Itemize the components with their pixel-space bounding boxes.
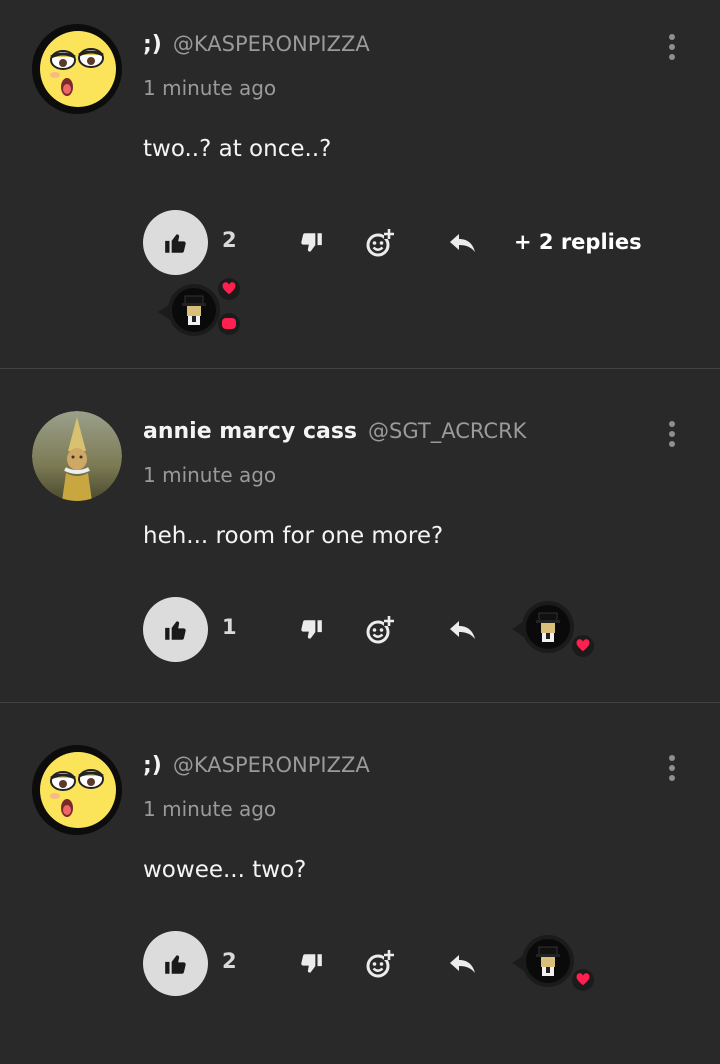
comment-item: ;) @KASPERONPIZZA 1 minute ago two..? at… [0, 24, 720, 354]
author-line: ;) @KASPERONPIZZA [143, 32, 370, 57]
thumbs-down-icon [301, 620, 322, 639]
reaction-avatar[interactable] [512, 935, 594, 995]
like-button[interactable] [143, 931, 208, 996]
timestamp: 1 minute ago [143, 463, 277, 487]
display-name[interactable]: ;) [143, 753, 162, 778]
like-button[interactable] [143, 210, 208, 275]
display-name[interactable]: annie marcy cass [143, 419, 357, 444]
avatar[interactable] [32, 745, 122, 835]
like-count: 2 [222, 949, 237, 973]
timestamp: 1 minute ago [143, 76, 277, 100]
author-line: annie marcy cass @SGT_ACRCRK [143, 419, 526, 444]
author-line: ;) @KASPERONPIZZA [143, 753, 370, 778]
thumbs-up-icon [164, 954, 186, 974]
reply-arrow-icon [450, 955, 475, 973]
add-emoji-icon [366, 950, 394, 978]
smirk-face-icon [32, 745, 122, 835]
show-replies-link[interactable]: + 2 replies [514, 230, 642, 254]
like-count: 1 [222, 615, 237, 639]
thumbs-up-icon [164, 233, 186, 253]
avatar[interactable] [32, 24, 122, 114]
painting-portrait-icon [32, 411, 122, 501]
avatar[interactable] [32, 411, 122, 501]
hat-character-icon [182, 295, 206, 325]
like-count: 2 [222, 228, 237, 252]
reaction-avatar[interactable] [512, 601, 594, 661]
dislike-button[interactable] [291, 610, 331, 650]
reply-button[interactable] [443, 944, 483, 984]
thumbs-up-icon [164, 620, 186, 640]
username-handle[interactable]: @SGT_ACRCRK [368, 419, 526, 443]
reply-arrow-icon [450, 234, 475, 252]
like-button[interactable] [143, 597, 208, 662]
hat-character-icon [536, 612, 560, 642]
divider [0, 702, 720, 703]
dislike-button[interactable] [291, 223, 331, 263]
more-options-icon[interactable] [660, 755, 684, 787]
dislike-button[interactable] [291, 944, 331, 984]
display-name[interactable]: ;) [143, 32, 162, 57]
reply-arrow-icon [450, 621, 475, 639]
thumbs-down-icon [301, 233, 322, 252]
username-handle[interactable]: @KASPERONPIZZA [173, 753, 370, 777]
chat-bubble-icon [218, 313, 240, 335]
thumbs-down-icon [301, 954, 322, 973]
comment-text: wowee... two? [143, 857, 307, 883]
heart-icon [572, 635, 594, 657]
comment-item: annie marcy cass @SGT_ACRCRK 1 minute ag… [0, 411, 720, 691]
heart-icon [218, 278, 240, 300]
username-handle[interactable]: @KASPERONPIZZA [173, 32, 370, 56]
add-reaction-button[interactable] [360, 944, 400, 984]
reply-button[interactable] [443, 610, 483, 650]
reply-button[interactable] [443, 223, 483, 263]
smirk-face-icon [32, 24, 122, 114]
add-reaction-button[interactable] [360, 610, 400, 650]
add-emoji-icon [366, 616, 394, 644]
reaction-avatar[interactable] [158, 278, 240, 344]
comment-item: ;) @KASPERONPIZZA 1 minute ago wowee... … [0, 745, 720, 1025]
timestamp: 1 minute ago [143, 797, 277, 821]
comment-text: heh... room for one more? [143, 523, 444, 549]
comment-text: two..? at once..? [143, 136, 332, 162]
more-options-icon[interactable] [660, 421, 684, 453]
heart-icon [572, 969, 594, 991]
add-reaction-button[interactable] [360, 223, 400, 263]
hat-character-icon [536, 946, 560, 976]
divider [0, 368, 720, 369]
more-options-icon[interactable] [660, 34, 684, 66]
add-emoji-icon [366, 229, 394, 257]
